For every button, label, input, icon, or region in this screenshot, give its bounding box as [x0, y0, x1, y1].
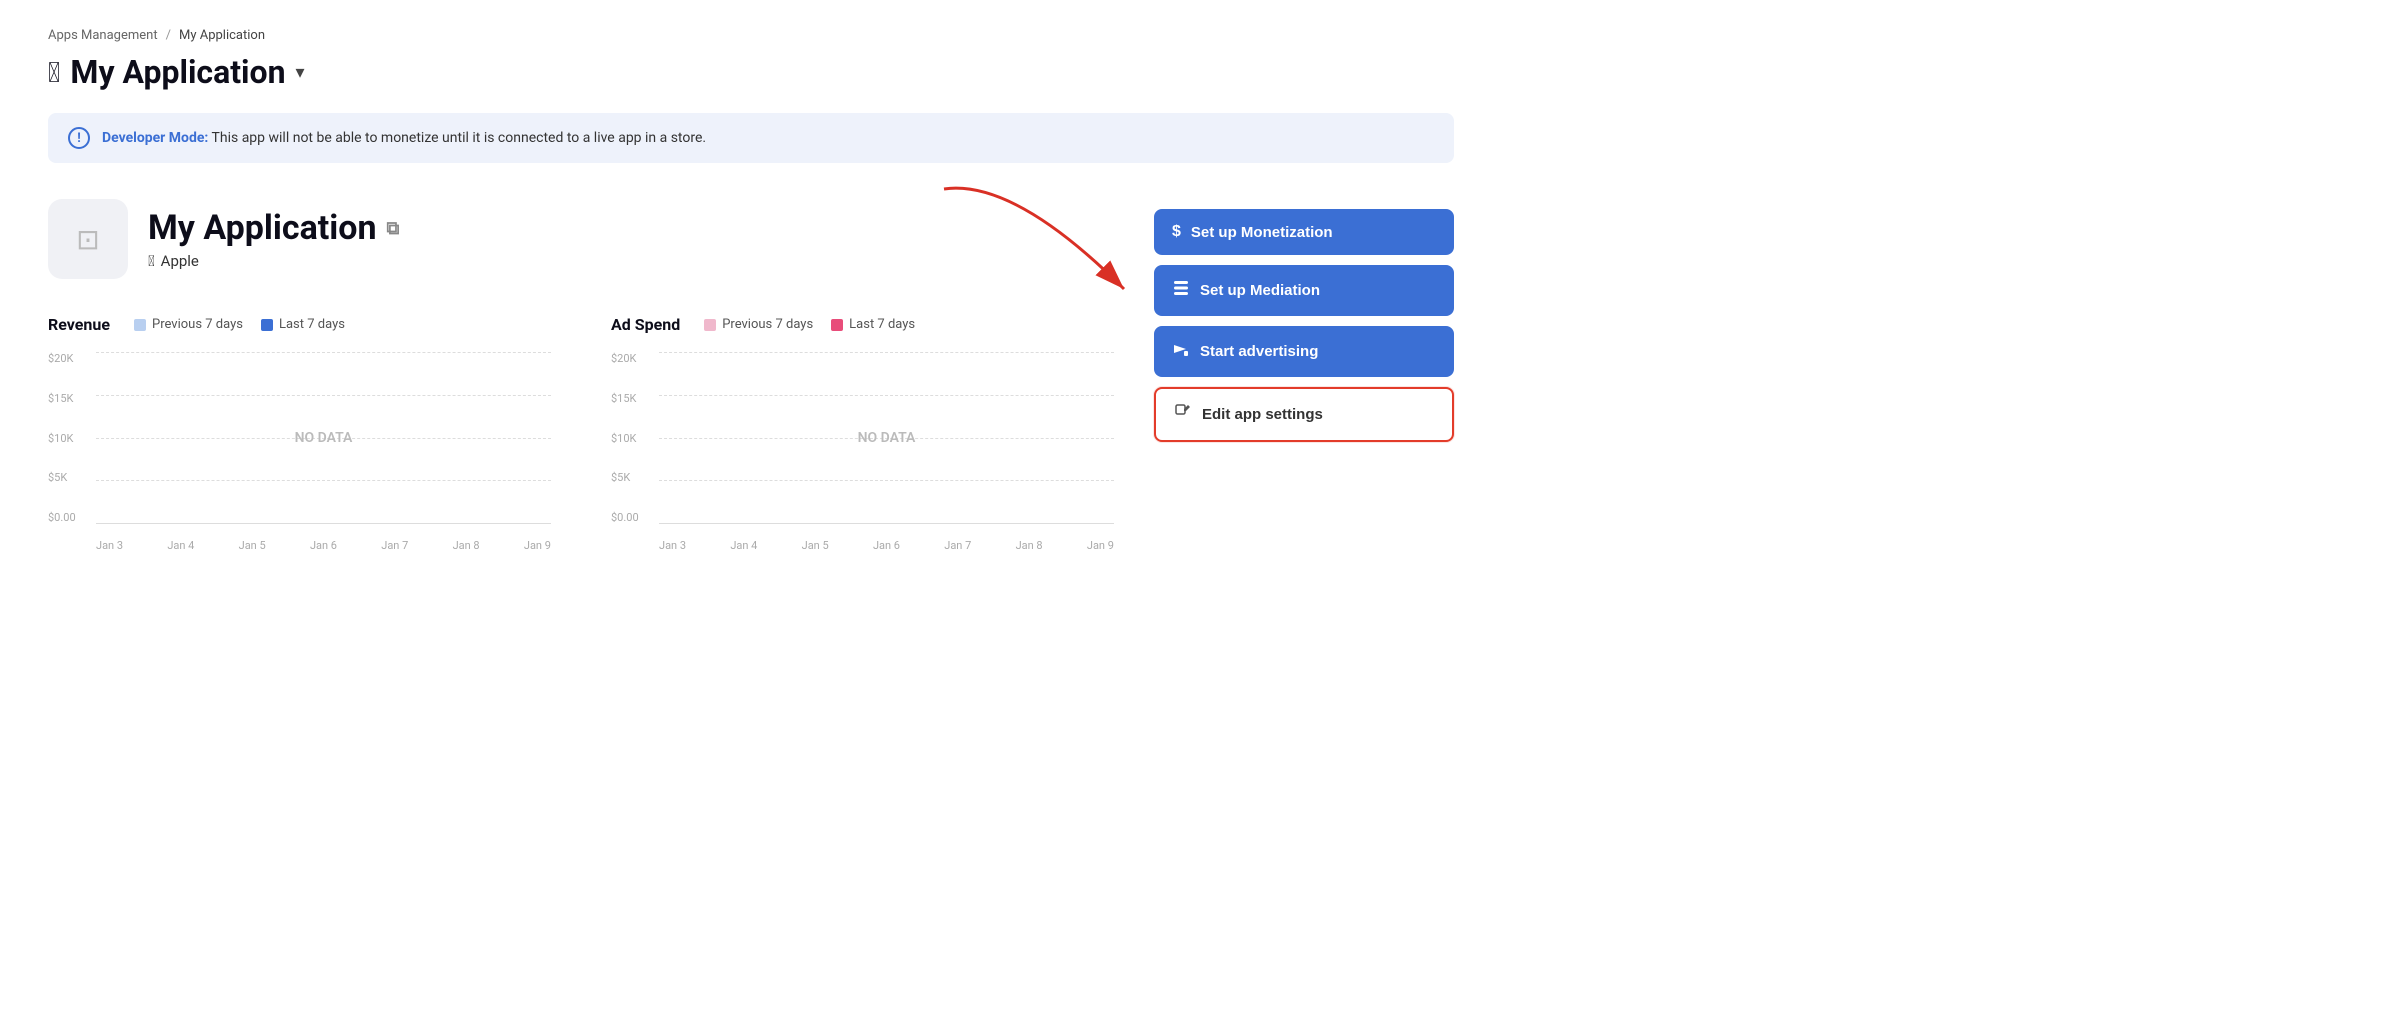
app-platform:  Apple [148, 252, 399, 270]
revenue-y-10k: $10K [48, 432, 90, 445]
left-section: ⊡ My Application ⧉  Apple [48, 199, 1114, 552]
revenue-chart-title: Revenue [48, 315, 110, 334]
revenue-x-jan3: Jan 3 [96, 539, 123, 552]
revenue-chart-canvas: $20K $15K $10K $5K $0.00 NO DATA [48, 352, 551, 552]
revenue-chart-section: Revenue Previous 7 days Last 7 days [48, 315, 551, 552]
app-name-text: My Application [148, 208, 377, 248]
banner-text: Developer Mode: This app will not be abl… [102, 130, 706, 146]
adspend-y-20k: $20K [611, 352, 653, 365]
edit-app-settings-button[interactable]: Edit app settings [1154, 387, 1454, 442]
revenue-y-20k: $20K [48, 352, 90, 365]
start-advertising-button[interactable]: Start advertising [1154, 326, 1454, 377]
adspend-last-dot [831, 319, 843, 331]
adspend-no-data: NO DATA [858, 430, 916, 446]
banner-message: This app will not be able to monetize un… [208, 130, 706, 146]
adspend-grid-2 [659, 395, 1114, 396]
adspend-chart-section: Ad Spend Previous 7 days Last 7 days [611, 315, 1114, 552]
revenue-chart-header: Revenue Previous 7 days Last 7 days [48, 315, 551, 334]
main-content: ⊡ My Application ⧉  Apple [48, 199, 1454, 552]
apple-logo-icon:  [48, 56, 60, 89]
banner-bold: Developer Mode: [102, 130, 208, 146]
breadcrumb-separator: / [166, 28, 171, 43]
adspend-y-15k: $15K [611, 392, 653, 405]
adspend-prev-label: Previous 7 days [722, 317, 813, 332]
external-link-icon[interactable]: ⧉ [387, 218, 400, 239]
grid-line-2 [96, 395, 551, 396]
adspend-grid-4 [659, 480, 1114, 481]
adspend-y-10k: $10K [611, 432, 653, 445]
adspend-x-jan6: Jan 6 [873, 539, 900, 552]
revenue-x-jan5: Jan 5 [239, 539, 266, 552]
monetization-icon: $ [1172, 223, 1181, 241]
revenue-plot-area: NO DATA [96, 352, 551, 524]
edit-settings-label: Edit app settings [1202, 406, 1323, 423]
monetization-label: Set up Monetization [1191, 224, 1333, 241]
adspend-y-5k: $5K [611, 471, 653, 484]
adspend-x-jan3: Jan 3 [659, 539, 686, 552]
platform-name: Apple [161, 252, 199, 270]
revenue-x-jan9: Jan 9 [524, 539, 551, 552]
adspend-x-jan9: Jan 9 [1087, 539, 1114, 552]
edit-icon [1174, 403, 1192, 426]
adspend-last-label: Last 7 days [849, 317, 915, 332]
setup-monetization-button[interactable]: $ Set up Monetization [1154, 209, 1454, 255]
revenue-prev-label: Previous 7 days [152, 317, 243, 332]
adspend-x-jan8: Jan 8 [1016, 539, 1043, 552]
revenue-y-0: $0.00 [48, 511, 90, 524]
actions-section: $ Set up Monetization Set up Mediation [1154, 199, 1454, 442]
adspend-legend: Previous 7 days Last 7 days [704, 317, 915, 332]
adspend-plot-area: NO DATA [659, 352, 1114, 524]
advertising-label: Start advertising [1200, 343, 1318, 360]
mediation-label: Set up Mediation [1200, 282, 1320, 299]
revenue-last-label: Last 7 days [279, 317, 345, 332]
page-title: My Application [70, 53, 285, 91]
adspend-legend-last: Last 7 days [831, 317, 915, 332]
page-title-row:  My Application ▾ [48, 53, 1454, 91]
app-name-section: My Application ⧉  Apple [148, 208, 399, 270]
revenue-legend-last: Last 7 days [261, 317, 345, 332]
advertising-icon [1172, 340, 1190, 363]
breadcrumb: Apps Management / My Application [48, 28, 1454, 43]
revenue-no-data: NO DATA [295, 430, 353, 446]
revenue-x-jan4: Jan 4 [167, 539, 194, 552]
revenue-y-15k: $15K [48, 392, 90, 405]
setup-mediation-button[interactable]: Set up Mediation [1154, 265, 1454, 316]
revenue-last-dot [261, 319, 273, 331]
adspend-prev-dot [704, 319, 716, 331]
grid-line-1 [96, 352, 551, 353]
grid-line-4 [96, 480, 551, 481]
adspend-x-labels: Jan 3 Jan 4 Jan 5 Jan 6 Jan 7 Jan 8 Jan … [659, 539, 1114, 552]
adspend-chart-header: Ad Spend Previous 7 days Last 7 days [611, 315, 1114, 334]
title-chevron-icon[interactable]: ▾ [296, 62, 305, 83]
revenue-legend: Previous 7 days Last 7 days [134, 317, 345, 332]
adspend-x-jan5: Jan 5 [802, 539, 829, 552]
revenue-x-jan8: Jan 8 [453, 539, 480, 552]
breadcrumb-parent[interactable]: Apps Management [48, 28, 158, 43]
mediation-icon [1172, 279, 1190, 302]
revenue-legend-prev: Previous 7 days [134, 317, 243, 332]
revenue-x-jan7: Jan 7 [381, 539, 408, 552]
info-icon: ! [68, 127, 90, 149]
platform-apple-icon:  [148, 252, 155, 270]
app-icon-placeholder: ⊡ [76, 223, 99, 256]
adspend-chart-title: Ad Spend [611, 315, 680, 334]
adspend-x-jan4: Jan 4 [730, 539, 757, 552]
adspend-x-jan7: Jan 7 [944, 539, 971, 552]
adspend-grid-1 [659, 352, 1114, 353]
app-name: My Application ⧉ [148, 208, 399, 248]
revenue-x-jan6: Jan 6 [310, 539, 337, 552]
adspend-y-labels: $20K $15K $10K $5K $0.00 [611, 352, 653, 524]
app-icon-box: ⊡ [48, 199, 128, 279]
adspend-y-0: $0.00 [611, 511, 653, 524]
adspend-chart-canvas: $20K $15K $10K $5K $0.00 NO DATA [611, 352, 1114, 552]
app-info-row: ⊡ My Application ⧉  Apple [48, 199, 1114, 279]
revenue-prev-dot [134, 319, 146, 331]
breadcrumb-current: My Application [179, 28, 265, 43]
revenue-y-labels: $20K $15K $10K $5K $0.00 [48, 352, 90, 524]
adspend-legend-prev: Previous 7 days [704, 317, 813, 332]
developer-mode-banner: ! Developer Mode: This app will not be a… [48, 113, 1454, 163]
charts-row: Revenue Previous 7 days Last 7 days [48, 315, 1114, 552]
revenue-x-labels: Jan 3 Jan 4 Jan 5 Jan 6 Jan 7 Jan 8 Jan … [96, 539, 551, 552]
revenue-y-5k: $5K [48, 471, 90, 484]
